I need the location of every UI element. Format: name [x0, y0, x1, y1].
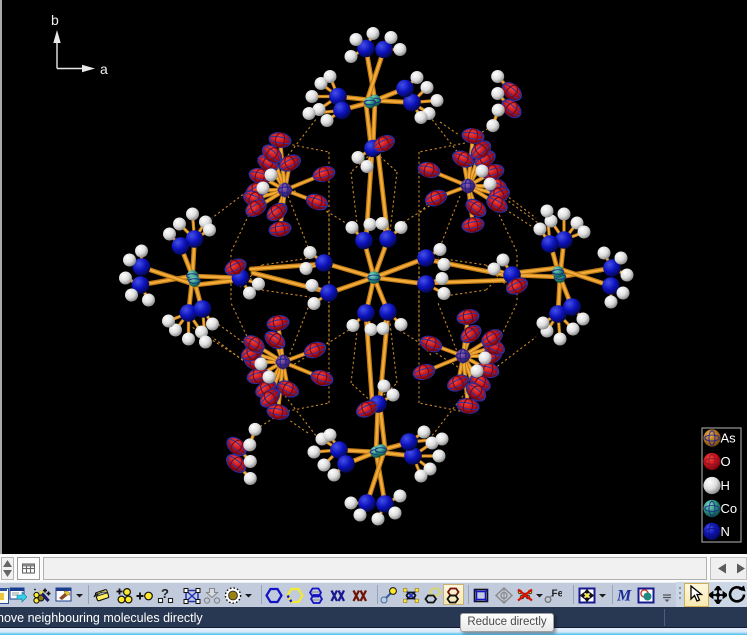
svg-text:H: H [721, 478, 730, 493]
svg-text:M: M [617, 588, 632, 605]
svg-text:Fe: Fe [552, 589, 563, 600]
svg-text:a: a [100, 61, 108, 77]
svg-text:O: O [721, 454, 731, 469]
svg-text:As: As [721, 431, 737, 446]
svg-text:b: b [51, 12, 59, 28]
svg-text:Co: Co [721, 501, 738, 516]
svg-text:N: N [721, 524, 730, 539]
